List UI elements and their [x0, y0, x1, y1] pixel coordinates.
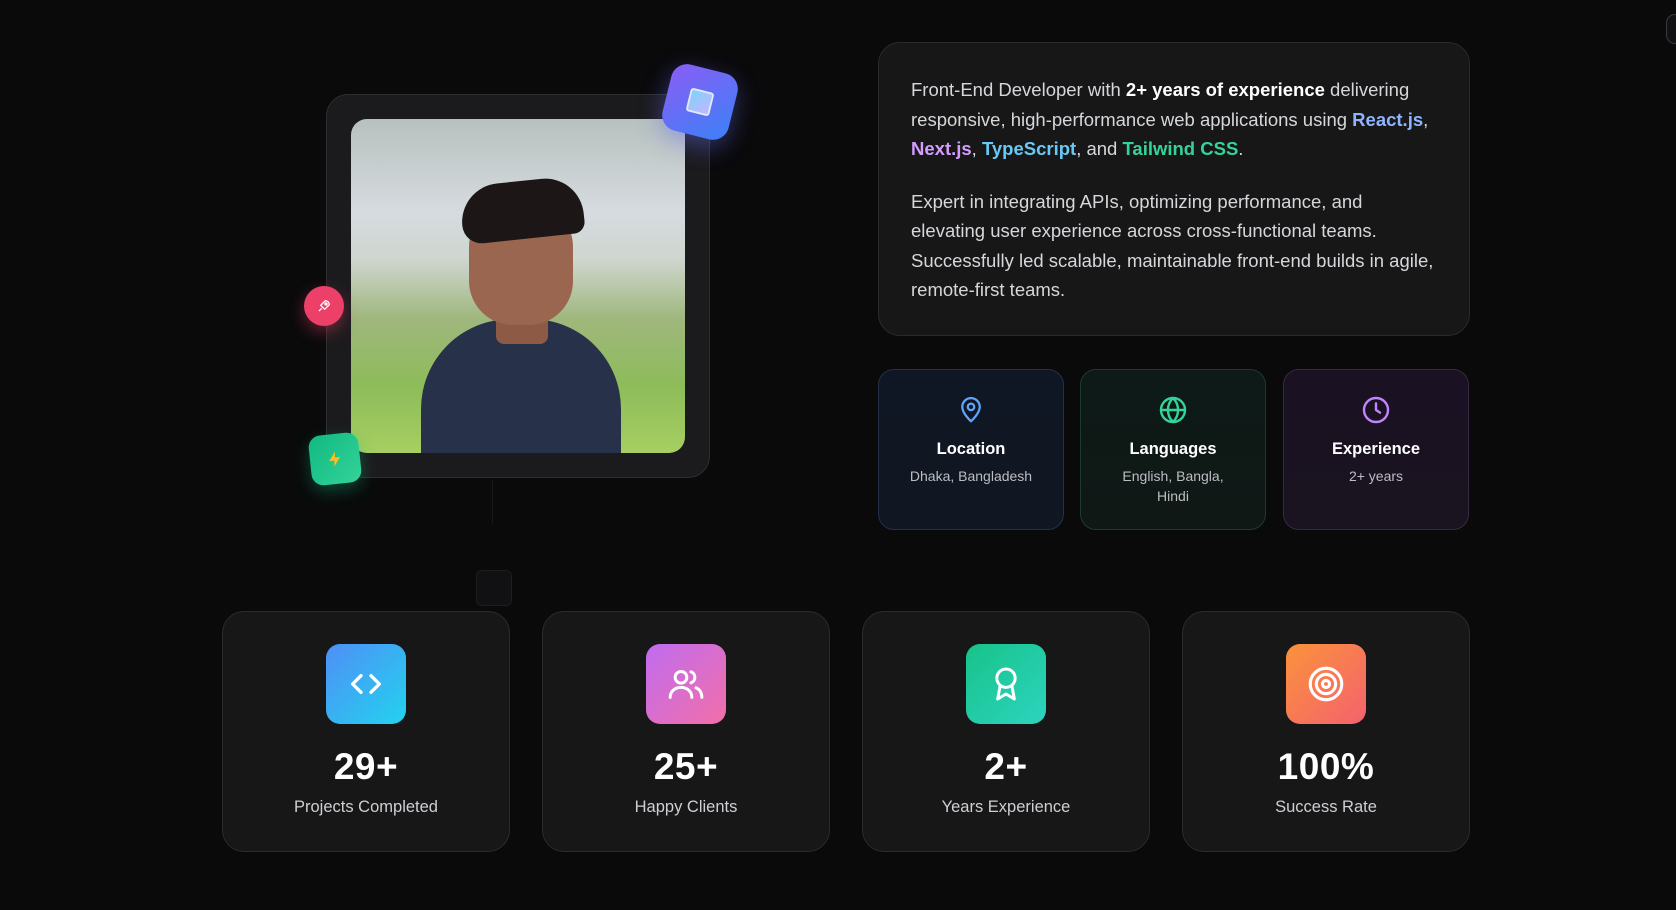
stat-card-success: 100% Success Rate	[1182, 611, 1470, 852]
bio-separator: ,	[1423, 108, 1429, 130]
stat-value: 2+	[984, 746, 1028, 787]
bio-highlight: 2+ years of experience	[1125, 79, 1325, 100]
target-icon	[1286, 644, 1366, 724]
tech-tailwind: Tailwind CSS	[1122, 138, 1239, 159]
info-value: English, Bangla, Hindi	[1122, 468, 1224, 504]
code-icon	[326, 644, 406, 724]
bio-separator: ,	[971, 138, 982, 159]
stat-value: 25+	[653, 746, 719, 787]
bio-paragraph-1: Front-End Developer with 2+ years of exp…	[911, 75, 1439, 164]
info-card-location: Location Dhaka, Bangladesh	[878, 369, 1064, 530]
profile-photo-frame	[326, 94, 710, 478]
tech-typescript: TypeScript	[981, 138, 1077, 159]
decorative-square	[476, 570, 512, 606]
info-label: Location	[936, 440, 1006, 458]
info-label: Experience	[1331, 440, 1421, 458]
bio-separator: , and	[1076, 138, 1123, 159]
bio-text: Front-End Developer with	[911, 79, 1126, 100]
scroll-edge-handle[interactable]	[1666, 14, 1676, 44]
stat-card-years: 2+ Years Experience	[862, 611, 1150, 852]
info-value: 2+ years	[1348, 468, 1404, 484]
info-card-languages: Languages English, Bangla, Hindi	[1080, 369, 1266, 530]
globe-icon	[1081, 394, 1265, 426]
info-card-experience: Experience 2+ years	[1283, 369, 1469, 530]
info-label: Languages	[1129, 440, 1217, 458]
bio-paragraph-2: Expert in integrating APIs, optimizing p…	[911, 190, 1434, 301]
profile-photo	[351, 119, 685, 453]
tech-react: React.js	[1352, 108, 1424, 130]
stat-value: 29+	[333, 746, 399, 787]
stat-label: Years Experience	[941, 798, 1071, 816]
lightning-icon	[307, 431, 363, 487]
info-value: Dhaka, Bangladesh	[909, 468, 1033, 484]
bio-text: .	[1238, 138, 1244, 159]
decorative-line	[492, 480, 493, 524]
stat-card-clients: 25+ Happy Clients	[542, 611, 830, 852]
about-section: Front-End Developer with 2+ years of exp…	[0, 0, 1676, 910]
rocket-icon	[304, 286, 344, 326]
clock-icon	[1284, 394, 1468, 426]
stat-label: Happy Clients	[634, 798, 738, 816]
stat-label: Projects Completed	[294, 798, 438, 816]
stat-value: 100%	[1277, 746, 1375, 787]
map-pin-icon	[879, 394, 1063, 426]
stat-card-projects: 29+ Projects Completed	[222, 611, 510, 852]
tech-next: Next.js	[911, 138, 972, 159]
bio-card: Front-End Developer with 2+ years of exp…	[878, 42, 1470, 336]
users-icon	[646, 644, 726, 724]
award-icon	[966, 644, 1046, 724]
stat-label: Success Rate	[1275, 798, 1377, 816]
